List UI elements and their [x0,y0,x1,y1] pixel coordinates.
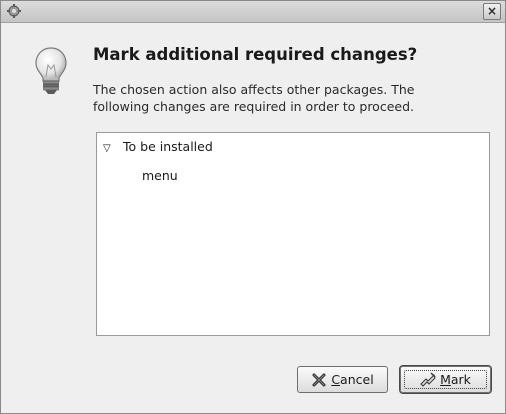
close-icon: × [486,4,498,18]
cancel-label: ancel [340,372,374,387]
expander-triangle-icon[interactable]: ▽ [103,143,115,154]
dialog-window: × Mark additional required changes? The … [0,0,506,414]
group-label: To be installed [123,139,213,154]
cancel-accel: C [331,372,341,387]
title-bar[interactable]: × [1,1,505,23]
package-manager-icon [7,4,21,18]
lightbulb-icon [35,47,67,94]
dialog-heading: Mark additional required changes? [93,45,418,64]
tree-item-row[interactable]: menu [142,168,178,183]
close-button[interactable]: × [483,3,501,20]
mark-button[interactable]: Mark [400,366,491,393]
dialog-description: The chosen action also affects other pac… [93,82,415,114]
package-name: menu [142,168,178,183]
cancel-x-icon [312,373,326,386]
tree-group-row[interactable]: ▽ To be installed [103,139,213,154]
cancel-button[interactable]: Cancel [297,366,388,393]
focus-ring [404,370,487,389]
changes-tree[interactable]: ▽ To be installed menu [96,132,490,336]
